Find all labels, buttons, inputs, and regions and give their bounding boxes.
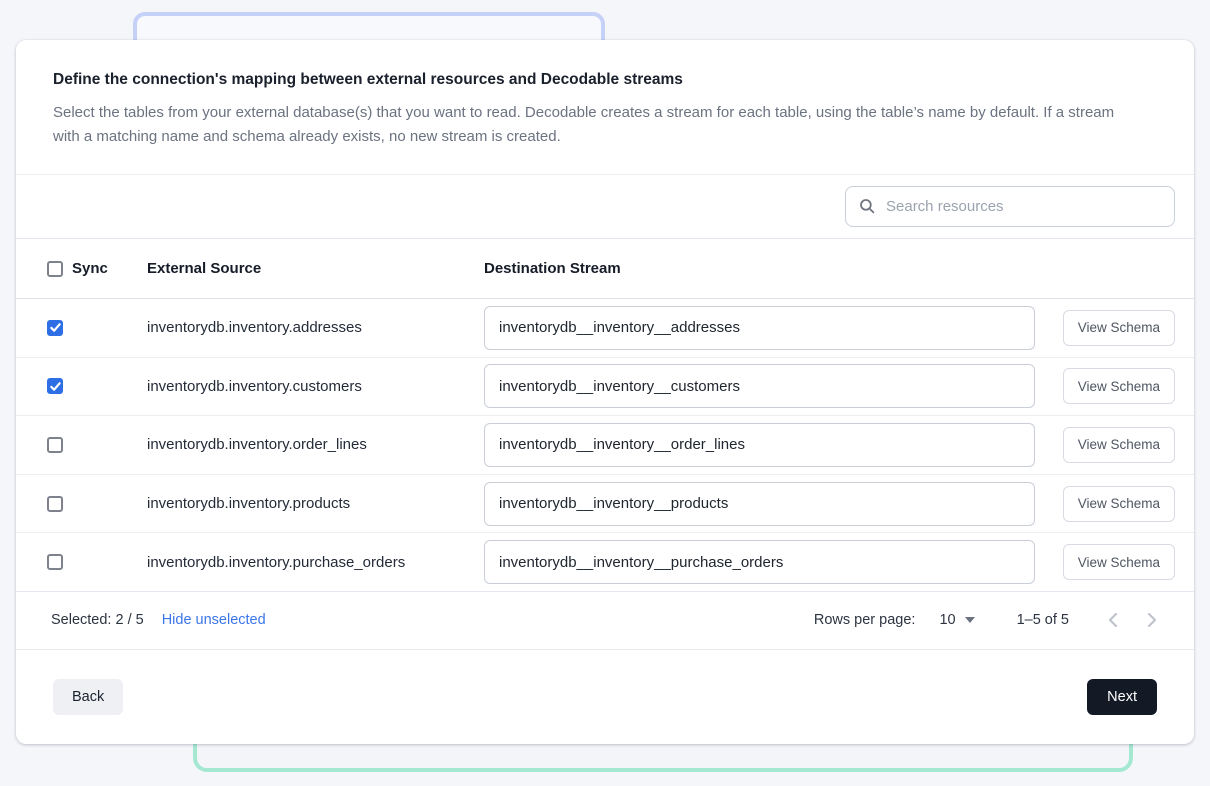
select-all-checkbox[interactable] (47, 261, 63, 277)
rows-per-page-select[interactable]: 10 (939, 612, 974, 628)
next-page-button[interactable] (1140, 608, 1164, 632)
rows-per-page-value: 10 (939, 612, 955, 628)
view-schema-button[interactable]: View Schema (1063, 544, 1175, 580)
table-row: inventorydb.inventory.customers View Sch… (16, 358, 1194, 417)
external-source-label: inventorydb.inventory.purchase_orders (147, 554, 484, 571)
sync-checkbox[interactable] (47, 437, 63, 453)
dialog-actions: Back Next (16, 650, 1194, 744)
table-footer: Selected: 2 / 5 Hide unselected Rows per… (16, 592, 1194, 650)
sync-checkbox[interactable] (47, 554, 63, 570)
back-button[interactable]: Back (53, 679, 123, 715)
connection-mapping-dialog: Define the connection's mapping between … (16, 40, 1194, 744)
selected-count-label: Selected: 2 / 5 (51, 612, 144, 628)
search-input[interactable] (845, 186, 1175, 227)
dropdown-caret-icon (965, 617, 975, 623)
table-body: inventorydb.inventory.addresses View Sch… (16, 299, 1194, 592)
column-header-sync: Sync (72, 260, 108, 277)
destination-stream-input[interactable] (484, 482, 1035, 526)
destination-stream-input[interactable] (484, 306, 1035, 350)
view-schema-button[interactable]: View Schema (1063, 368, 1175, 404)
external-source-label: inventorydb.inventory.addresses (147, 319, 484, 336)
pagination: Rows per page: 10 1–5 of 5 (814, 608, 1164, 632)
sync-checkbox[interactable] (47, 378, 63, 394)
table-row: inventorydb.inventory.purchase_orders Vi… (16, 533, 1194, 592)
column-header-external-source: External Source (147, 260, 484, 277)
chevron-left-icon (1108, 612, 1118, 628)
view-schema-button[interactable]: View Schema (1063, 310, 1175, 346)
check-icon (50, 381, 61, 392)
column-header-destination-stream: Destination Stream (484, 260, 1035, 277)
dialog-title: Define the connection's mapping between … (53, 71, 1157, 89)
destination-stream-input[interactable] (484, 364, 1035, 408)
destination-stream-input[interactable] (484, 423, 1035, 467)
previous-page-button[interactable] (1101, 608, 1125, 632)
sync-checkbox[interactable] (47, 320, 63, 336)
next-button[interactable]: Next (1087, 679, 1157, 715)
view-schema-button[interactable]: View Schema (1063, 427, 1175, 463)
search-toolbar (16, 175, 1194, 239)
chevron-right-icon (1147, 612, 1157, 628)
rows-per-page-label: Rows per page: (814, 612, 916, 628)
external-source-label: inventorydb.inventory.products (147, 495, 484, 512)
page-range-label: 1–5 of 5 (1017, 612, 1069, 628)
table-row: inventorydb.inventory.order_lines View S… (16, 416, 1194, 475)
external-source-label: inventorydb.inventory.order_lines (147, 436, 484, 453)
dialog-header: Define the connection's mapping between … (16, 40, 1194, 175)
table-row: inventorydb.inventory.products View Sche… (16, 475, 1194, 534)
table-row: inventorydb.inventory.addresses View Sch… (16, 299, 1194, 358)
hide-unselected-link[interactable]: Hide unselected (162, 612, 266, 628)
search-icon (858, 197, 876, 215)
table-header-row: Sync External Source Destination Stream (16, 239, 1194, 299)
destination-stream-input[interactable] (484, 540, 1035, 584)
external-source-label: inventorydb.inventory.customers (147, 378, 484, 395)
check-icon (50, 322, 61, 333)
search-box (845, 186, 1175, 227)
sync-checkbox[interactable] (47, 496, 63, 512)
view-schema-button[interactable]: View Schema (1063, 486, 1175, 522)
dialog-description: Select the tables from your external dat… (53, 101, 1133, 149)
